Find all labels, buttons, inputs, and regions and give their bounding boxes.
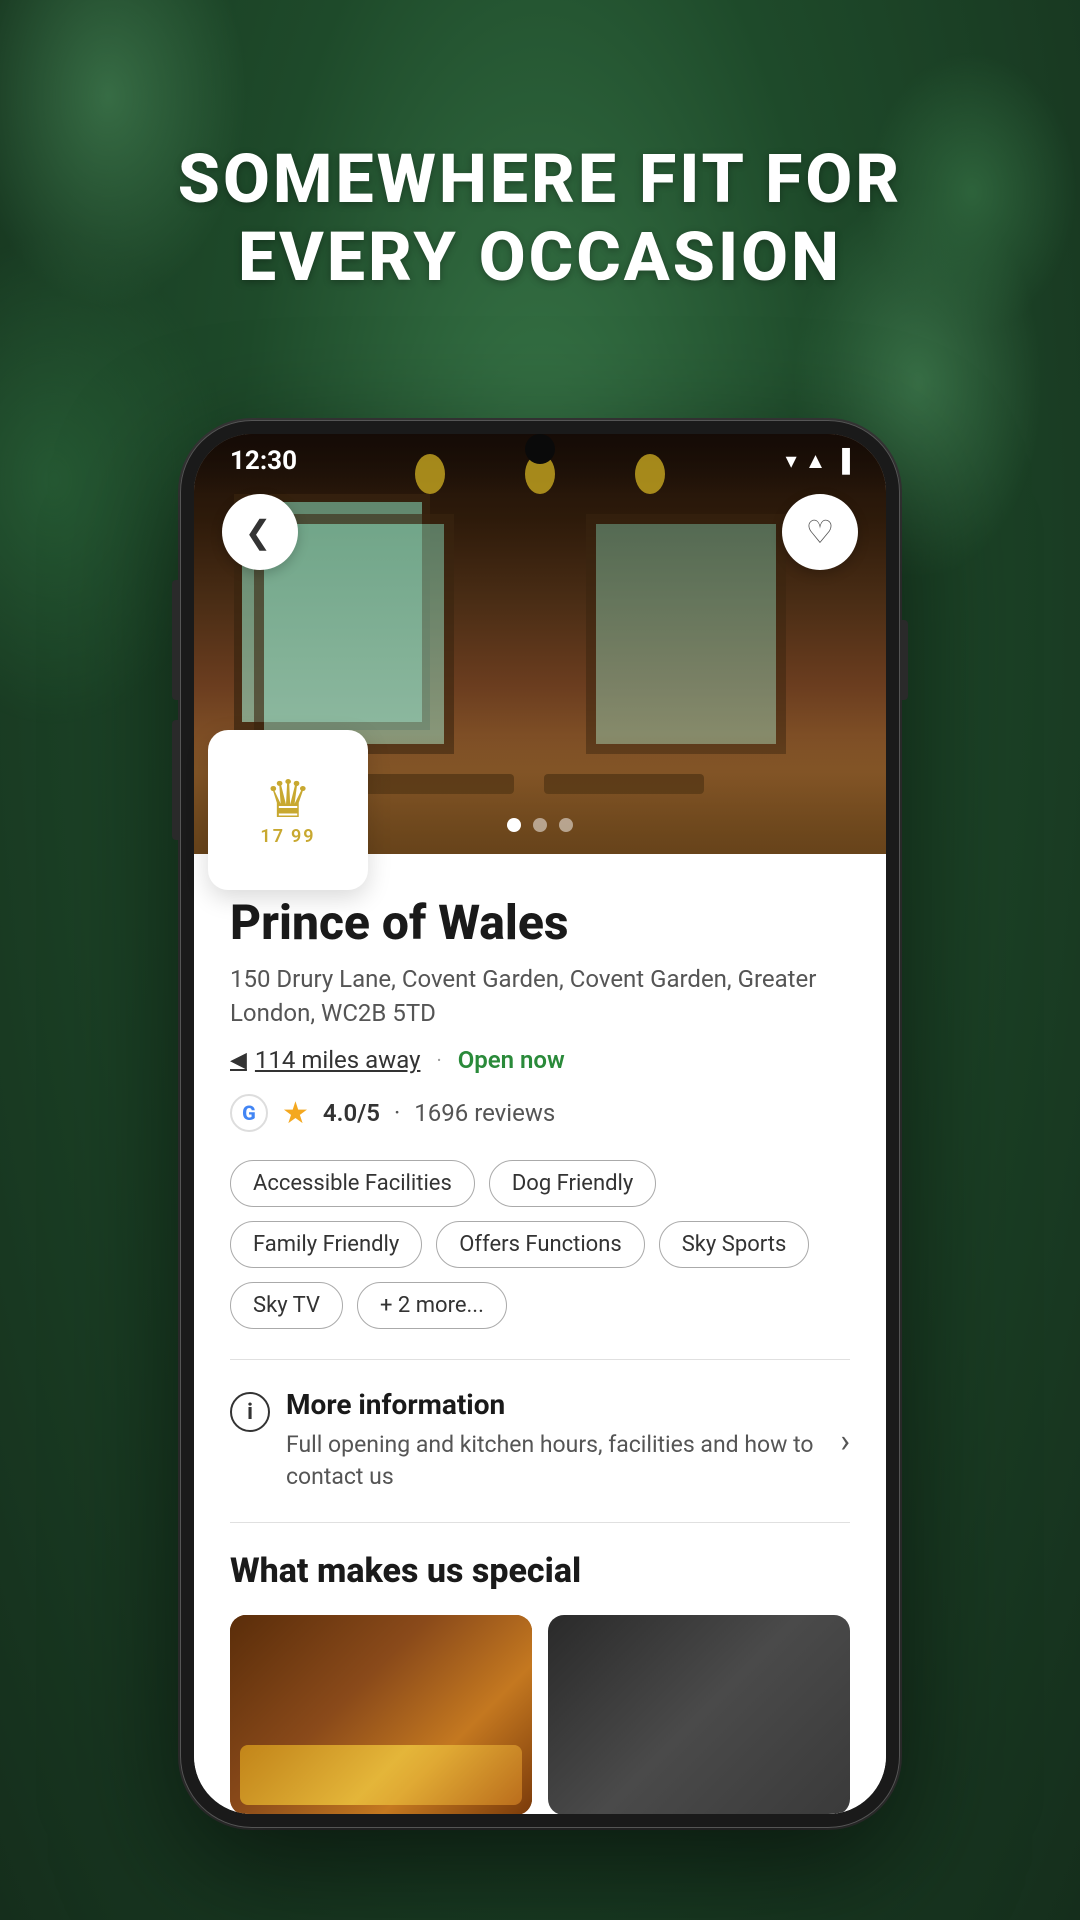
google-g-letter: G	[242, 1101, 256, 1125]
pub-address: 150 Drury Lane, Covent Garden, Covent Ga…	[230, 963, 850, 1030]
tag-family[interactable]: Family Friendly	[230, 1221, 422, 1268]
dot-2[interactable]	[533, 818, 547, 832]
rating-value: 4.0/5	[323, 1099, 380, 1127]
logo-year-right: 99	[291, 826, 316, 847]
location-icon: ◀	[230, 1048, 247, 1073]
rating-row: G ★ 4.0/5 · 1696 reviews	[230, 1094, 850, 1132]
more-info-left: i More information Full opening and kitc…	[230, 1388, 840, 1493]
divider-2	[230, 1522, 850, 1523]
camera-notch	[525, 434, 555, 464]
more-info-description: Full opening and kitchen hours, faciliti…	[286, 1429, 840, 1493]
dots-indicator	[507, 818, 573, 832]
special-image-2-bg	[548, 1615, 850, 1814]
distance-value: 114 miles away	[255, 1046, 421, 1074]
tag-more[interactable]: + 2 more...	[357, 1282, 507, 1329]
phone-frame: 12:30 ▾ ▲ ▐	[180, 420, 900, 1828]
tag-sky-sports[interactable]: Sky Sports	[659, 1221, 810, 1268]
distance-text: ◀ 114 miles away	[230, 1046, 420, 1074]
tag-functions[interactable]: Offers Functions	[436, 1221, 644, 1268]
special-image-1	[230, 1615, 532, 1814]
special-section-title: What makes us special	[230, 1551, 850, 1591]
more-info-section[interactable]: i More information Full opening and kitc…	[230, 1388, 850, 1493]
pub-distance-row: ◀ 114 miles away · Open now	[230, 1046, 850, 1074]
beer-image	[240, 1745, 522, 1805]
special-section: What makes us special	[230, 1551, 850, 1814]
back-button[interactable]: ❮	[222, 494, 298, 570]
status-icons: ▾ ▲ ▐	[786, 448, 850, 474]
separator-dot: ·	[436, 1048, 441, 1072]
tag-dog[interactable]: Dog Friendly	[489, 1160, 656, 1207]
table2	[544, 774, 704, 794]
heart-icon: ♡	[806, 513, 835, 551]
page-heading: SOMEWHERE FIT FOR EVERY OCCASION	[0, 140, 1080, 296]
special-image-2	[548, 1615, 850, 1814]
wifi-icon: ▾	[786, 449, 797, 474]
info-icon: i	[230, 1392, 270, 1432]
star-icon: ★	[282, 1096, 309, 1131]
tag-sky-tv[interactable]: Sky TV	[230, 1282, 343, 1329]
content-area: Prince of Wales 150 Drury Lane, Covent G…	[194, 854, 886, 1814]
back-arrow-icon: ❮	[245, 513, 272, 551]
tag-accessible[interactable]: Accessible Facilities	[230, 1160, 475, 1207]
phone-wrapper: 12:30 ▾ ▲ ▐	[180, 420, 900, 1828]
more-info-text: More information Full opening and kitche…	[286, 1388, 840, 1493]
battery-icon: ▐	[834, 448, 850, 474]
more-info-title: More information	[286, 1388, 840, 1421]
signal-icon: ▲	[805, 448, 827, 474]
pub-name: Prince of Wales	[230, 894, 850, 951]
open-status: Open now	[458, 1046, 565, 1074]
phone-screen: ❮ ♡ ♛ 17 99	[194, 434, 886, 1814]
heart-button[interactable]: ♡	[782, 494, 858, 570]
tags-container: Accessible Facilities Dog Friendly Famil…	[230, 1160, 850, 1329]
logo-years: 17 99	[260, 826, 315, 847]
special-images	[230, 1615, 850, 1814]
crown-icon: ♛	[265, 774, 312, 826]
google-logo: G	[230, 1094, 268, 1132]
window-right	[586, 514, 786, 754]
dot-1[interactable]	[507, 818, 521, 832]
venue-logo-card: ♛ 17 99	[208, 730, 368, 890]
logo-year-left: 17	[260, 826, 285, 847]
status-time: 12:30	[230, 446, 297, 476]
divider-1	[230, 1359, 850, 1360]
review-separator: ·	[394, 1099, 400, 1127]
dot-3[interactable]	[559, 818, 573, 832]
review-count: 1696 reviews	[414, 1099, 555, 1127]
chevron-right-icon: ›	[840, 1422, 850, 1460]
